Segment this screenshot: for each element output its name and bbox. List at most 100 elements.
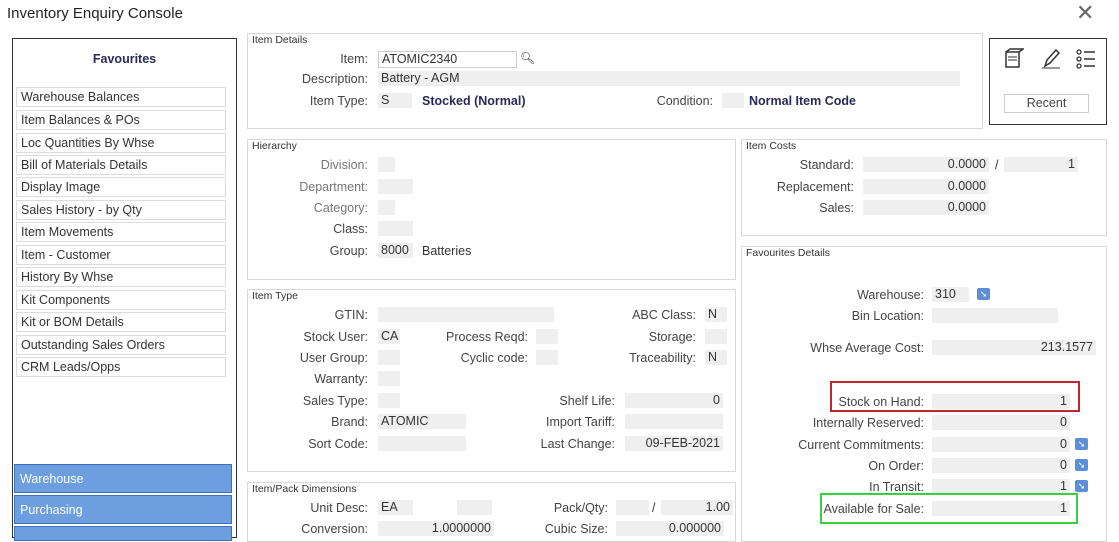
fav-item-kit-components[interactable]: Kit Components — [16, 290, 226, 310]
close-icon[interactable]: ✕ — [1076, 2, 1094, 24]
item-costs-title: Item Costs — [746, 140, 797, 152]
recent-button[interactable]: Recent — [1004, 94, 1089, 113]
favourites-title: Favourites — [92, 52, 157, 66]
division-label: Division: — [320, 158, 368, 172]
fav-item-history-by-whse[interactable]: History By Whse — [16, 267, 226, 287]
available-for-sale-highlight — [820, 493, 1078, 524]
condition-label: Condition: — [656, 94, 713, 108]
shelf-life-label: Shelf Life: — [559, 394, 615, 408]
search-icon[interactable]: 🔍︎ — [520, 51, 535, 65]
fav-item-warehouse-balances[interactable]: Warehouse Balances — [16, 87, 226, 107]
favourites-panel: Favourites Warehouse Balances Item Balan… — [12, 38, 237, 541]
traceability-label: Traceability: — [629, 351, 696, 365]
item-type-code: S — [378, 93, 412, 108]
last-change-field: 09-FEB-2021 — [625, 436, 723, 451]
current-commitments-field: 0 — [932, 437, 1070, 452]
unit-desc-field: EA — [378, 500, 413, 515]
process-reqd-field — [536, 329, 558, 344]
sort-code-label: Sort Code: — [308, 437, 368, 451]
item-input[interactable]: ATOMIC2340 — [378, 51, 517, 68]
category-label: Category: — [313, 201, 368, 215]
abc-class-field: N — [705, 307, 727, 322]
last-change-label: Last Change: — [540, 437, 615, 451]
pack-qty-field-b: 1.00 — [661, 500, 733, 515]
item-type-label: Item Type: — [309, 94, 368, 108]
unit-desc-label: Unit Desc: — [310, 501, 368, 515]
item-type-title: Item Type — [252, 290, 298, 302]
nav-warehouse-button[interactable]: Warehouse — [14, 464, 232, 493]
nav-purchasing-button[interactable]: Purchasing — [14, 495, 232, 524]
brand-field: ATOMIC — [378, 414, 466, 429]
category-field — [378, 200, 395, 215]
cyclic-code-label: Cyclic code: — [460, 351, 528, 365]
commitments-drilldown-icon[interactable]: ➘ — [1075, 438, 1088, 450]
sort-code-field — [378, 436, 466, 451]
fav-item-loc-quantities[interactable]: Loc Quantities By Whse — [16, 133, 226, 153]
fav-item-display-image[interactable]: Display Image — [16, 177, 226, 197]
fav-item-item-movements[interactable]: Item Movements — [16, 222, 226, 242]
warehouse-label: Warehouse: — [857, 288, 924, 302]
gtin-field — [378, 307, 554, 322]
class-field — [378, 221, 413, 236]
whse-avg-cost-label: Whse Average Cost: — [810, 341, 924, 355]
group-label: Group: — [329, 244, 368, 258]
division-field — [378, 157, 395, 172]
pencil-icon[interactable] — [1040, 48, 1062, 70]
user-group-label: User Group: — [299, 351, 368, 365]
fav-item-kit-bom-details[interactable]: Kit or BOM Details — [16, 312, 226, 332]
cubic-size-field: 0.000000 — [616, 521, 724, 536]
import-tariff-field — [625, 414, 723, 429]
brand-label: Brand: — [331, 415, 368, 429]
warranty-field — [378, 371, 400, 386]
fav-item-bom-details[interactable]: Bill of Materials Details — [16, 155, 226, 175]
import-tariff-label: Import Tariff: — [545, 415, 615, 429]
department-field — [378, 179, 413, 194]
hierarchy-title: Hierarchy — [252, 140, 297, 152]
replacement-label: Replacement: — [776, 180, 854, 194]
process-reqd-label: Process Reqd: — [446, 330, 528, 344]
standard-qty-field: 1 — [1004, 157, 1078, 172]
cubic-size-label: Cubic Size: — [544, 522, 608, 536]
item-type-text: Stocked (Normal) — [422, 94, 526, 108]
warranty-label: Warranty: — [314, 372, 368, 386]
condition-text: Normal Item Code — [749, 94, 856, 108]
stock-user-label: Stock User: — [303, 330, 368, 344]
nav-next-button[interactable] — [14, 526, 232, 541]
bin-location-label: Bin Location: — [851, 309, 924, 323]
list-icon[interactable] — [1075, 48, 1097, 70]
in-transit-label: In Transit: — [869, 480, 924, 494]
fav-item-outstanding-orders[interactable]: Outstanding Sales Orders — [16, 335, 226, 355]
group-text: Batteries — [422, 244, 472, 258]
conversion-label: Conversion: — [301, 522, 368, 536]
conversion-field: 1.0000000 — [378, 521, 494, 536]
on-order-drilldown-icon[interactable]: ➘ — [1075, 459, 1088, 471]
sales-cost-field: 0.0000 — [863, 200, 989, 215]
sales-cost-label: Sales: — [819, 201, 854, 215]
abc-class-label: ABC Class: — [632, 308, 696, 322]
fav-item-crm-leads[interactable]: CRM Leads/Opps — [16, 357, 226, 377]
toolbar-box: Recent — [989, 38, 1107, 125]
standard-slash: / — [995, 158, 999, 172]
item-details-title: Item Details — [252, 34, 308, 46]
cyclic-code-field — [536, 350, 558, 365]
standard-field: 0.0000 — [863, 157, 989, 172]
in-transit-drilldown-icon[interactable]: ➘ — [1075, 480, 1088, 492]
class-label: Class: — [333, 222, 368, 236]
sales-type-label: Sales Type: — [302, 394, 368, 408]
warehouse-field: 310 — [932, 287, 969, 302]
pack-dimensions-title: Item/Pack Dimensions — [252, 483, 357, 495]
condition-code — [722, 93, 744, 108]
traceability-field: N — [705, 350, 727, 365]
on-order-label: On Order: — [868, 459, 924, 473]
department-label: Department: — [299, 180, 368, 194]
item-type-panel: Item Type GTIN: ABC Class: N Stock User:… — [247, 289, 736, 472]
notepad-icon[interactable] — [1002, 48, 1026, 70]
shelf-life-field: 0 — [625, 393, 723, 408]
fav-item-sales-history[interactable]: Sales History - by Qty — [16, 200, 226, 220]
in-transit-field: 1 — [932, 479, 1070, 494]
fav-item-item-customer[interactable]: Item - Customer — [16, 245, 226, 265]
warehouse-lookup-icon[interactable]: ➘ — [977, 288, 990, 300]
pack-qty-field-a — [616, 500, 649, 515]
user-group-field — [378, 350, 400, 365]
fav-item-item-balances-pos[interactable]: Item Balances & POs — [16, 110, 226, 130]
